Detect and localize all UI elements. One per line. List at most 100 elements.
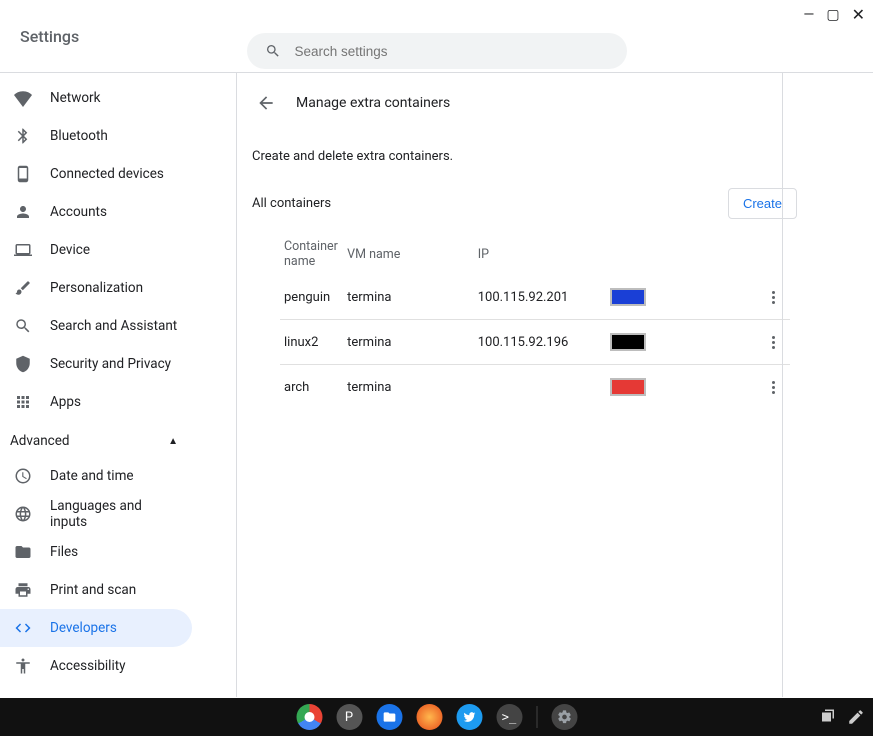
wifi-icon [14, 89, 32, 107]
cell-color [606, 275, 759, 320]
cell-vm-name: termina [343, 320, 474, 365]
sidebar-item-bluetooth[interactable]: Bluetooth [0, 117, 192, 155]
pen-icon[interactable] [847, 708, 865, 726]
close-button[interactable]: ✕ [852, 7, 865, 23]
sidebar-item-date-time[interactable]: Date and time [0, 457, 192, 495]
cell-ip: 100.115.92.196 [474, 320, 607, 365]
row-more-button[interactable] [763, 287, 783, 307]
cell-ip [474, 365, 607, 410]
cell-vm-name: termina [343, 365, 474, 410]
advanced-toggle[interactable]: Advanced ▲ [0, 421, 192, 457]
sidebar-item-search-assistant[interactable]: Search and Assistant [0, 307, 192, 345]
create-button[interactable]: Create [728, 188, 797, 219]
code-icon [14, 619, 32, 637]
cell-container-name: penguin [280, 275, 343, 320]
cell-vm-name: termina [343, 275, 474, 320]
cell-container-name: linux2 [280, 320, 343, 365]
overview-icon[interactable] [819, 708, 837, 726]
cell-ip: 100.115.92.201 [474, 275, 607, 320]
bluetooth-icon [14, 127, 32, 145]
advanced-label: Advanced [10, 433, 70, 449]
sidebar-item-label: Apps [50, 394, 81, 410]
sidebar-item-files[interactable]: Files [0, 533, 192, 571]
sidebar-item-label: Connected devices [50, 166, 164, 182]
sidebar-item-label: Personalization [50, 280, 143, 296]
shelf-apps: P >_ [296, 704, 577, 730]
globe-icon [14, 505, 32, 523]
shield-icon [14, 355, 32, 373]
color-swatch[interactable] [610, 333, 646, 351]
minimize-button[interactable]: — [803, 8, 814, 22]
sidebar-item-languages[interactable]: Languages and inputs [0, 495, 192, 533]
col-vm-name: VM name [343, 233, 474, 275]
person-icon [14, 203, 32, 221]
cell-container-name: arch [280, 365, 343, 410]
sidebar-item-connected-devices[interactable]: Connected devices [0, 155, 192, 193]
sidebar-item-label: Files [50, 544, 78, 560]
sidebar-item-label: Network [50, 90, 100, 106]
containers-table: Container name VM name IP penguintermina… [280, 233, 790, 409]
sidebar: Network Bluetooth Connected devices Acco… [0, 73, 236, 697]
sidebar-item-label: Accounts [50, 204, 107, 220]
cell-color [606, 365, 759, 410]
folder-icon [382, 710, 396, 724]
sidebar-item-personalization[interactable]: Personalization [0, 269, 192, 307]
search-icon [14, 317, 32, 335]
app-title: Settings [20, 27, 79, 46]
search-input[interactable] [295, 44, 609, 59]
accessibility-icon [14, 657, 32, 675]
shelf-app-settings[interactable] [551, 704, 577, 730]
phone-icon [14, 165, 32, 183]
table-row: penguintermina100.115.92.201 [280, 275, 790, 320]
shelf-app-p[interactable]: P [336, 704, 362, 730]
page-header: Manage extra containers [252, 93, 797, 129]
search-icon [265, 43, 281, 59]
sidebar-item-label: Languages and inputs [50, 498, 178, 530]
shelf-app-files[interactable] [376, 704, 402, 730]
brush-icon [14, 279, 32, 297]
shelf-separator [536, 706, 537, 728]
sidebar-item-label: Date and time [50, 468, 134, 484]
twitter-icon [462, 710, 476, 724]
table-row: archtermina [280, 365, 790, 410]
content-area: Manage extra containers Create and delet… [236, 73, 873, 697]
sidebar-item-network[interactable]: Network [0, 79, 192, 117]
folder-icon [14, 543, 32, 561]
sidebar-item-label: Accessibility [50, 658, 126, 674]
col-container-name: Container name [280, 233, 343, 275]
sidebar-item-label: Developers [50, 620, 117, 636]
search-box[interactable] [247, 33, 627, 69]
shelf: P >_ [0, 698, 873, 736]
color-swatch[interactable] [610, 378, 646, 396]
all-containers-label: All containers [252, 196, 331, 211]
shelf-app-terminal[interactable]: >_ [496, 704, 522, 730]
apps-icon [14, 393, 32, 411]
color-swatch[interactable] [610, 288, 646, 306]
sidebar-item-developers[interactable]: Developers [0, 609, 192, 647]
row-more-button[interactable] [763, 377, 783, 397]
table-row: linux2termina100.115.92.196 [280, 320, 790, 365]
page-subtitle: Create and delete extra containers. [252, 129, 797, 174]
gear-icon [556, 709, 572, 725]
col-ip: IP [474, 233, 607, 275]
shelf-app-twitter[interactable] [456, 704, 482, 730]
clock-icon [14, 467, 32, 485]
shelf-app-chrome[interactable] [296, 704, 322, 730]
sidebar-item-accessibility[interactable]: Accessibility [0, 647, 192, 685]
sidebar-item-device[interactable]: Device [0, 231, 192, 269]
shelf-app-fox[interactable] [416, 704, 442, 730]
sidebar-item-label: Print and scan [50, 582, 136, 598]
maximize-button[interactable]: ▢ [826, 8, 839, 22]
print-icon [14, 581, 32, 599]
laptop-icon [14, 241, 32, 259]
sidebar-item-label: Security and Privacy [50, 356, 171, 372]
sidebar-item-label: Search and Assistant [50, 318, 177, 334]
sidebar-item-accounts[interactable]: Accounts [0, 193, 192, 231]
page-title: Manage extra containers [296, 95, 450, 111]
back-arrow-icon[interactable] [256, 93, 276, 113]
cell-color [606, 320, 759, 365]
sidebar-item-apps[interactable]: Apps [0, 383, 192, 421]
sidebar-item-print[interactable]: Print and scan [0, 571, 192, 609]
row-more-button[interactable] [763, 332, 783, 352]
sidebar-item-security[interactable]: Security and Privacy [0, 345, 192, 383]
